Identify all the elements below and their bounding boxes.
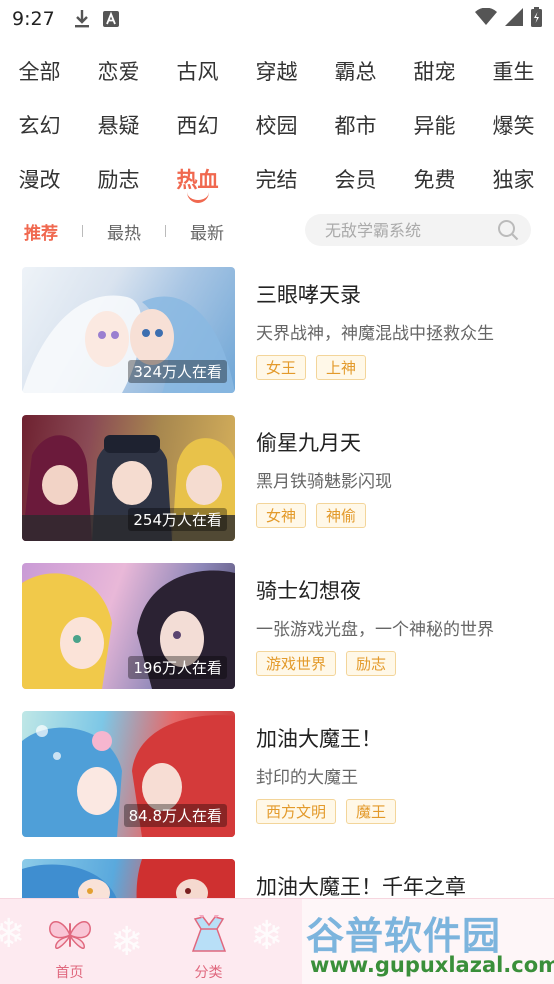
comic-cover[interactable]: 196万人在看 bbox=[22, 563, 235, 689]
dress-icon bbox=[185, 911, 233, 959]
comic-cover[interactable]: 84.8万人在看 bbox=[22, 711, 235, 837]
viewer-count: 254万人在看 bbox=[128, 508, 227, 531]
comic-description: 黑月铁骑魅影闪现 bbox=[256, 472, 392, 492]
status-bar: 9:27 bbox=[0, 0, 554, 38]
nav-home[interactable]: 首页 bbox=[0, 899, 139, 984]
comic-title[interactable]: 加油大魔王！千年之章 bbox=[256, 871, 466, 901]
comic-tags: 女王 上神 bbox=[256, 355, 367, 380]
category-romance[interactable]: 恋爱 bbox=[79, 56, 158, 86]
category-exclusive[interactable]: 独家 bbox=[474, 164, 553, 194]
category-completed[interactable]: 完结 bbox=[237, 164, 316, 194]
category-row: 玄幻 悬疑 西幻 校园 都市 异能 爆笑 bbox=[0, 98, 554, 152]
category-rebirth[interactable]: 重生 bbox=[474, 56, 553, 86]
category-row: 漫改 励志 热血 完结 会员 免费 独家 bbox=[0, 152, 554, 206]
watermark: 谷普软件园 www.gupuxlazal.com bbox=[302, 899, 554, 984]
bottom-nav: ❄ ❄ ❄ 首页 分类 谷普软件园 www.gupuxlazal.com bbox=[0, 898, 554, 984]
sort-tab-hottest[interactable]: 最热 bbox=[83, 219, 165, 244]
comic-tag[interactable]: 女王 bbox=[256, 355, 307, 380]
comic-list: 324万人在看 三眼哮天录 天界战神，神魔混战中拯救众生 女王 上神 254万人… bbox=[0, 264, 554, 984]
viewer-count: 196万人在看 bbox=[128, 656, 227, 679]
viewer-count: 324万人在看 bbox=[128, 360, 227, 383]
comic-tag[interactable]: 魔王 bbox=[346, 799, 397, 824]
search-input[interactable] bbox=[325, 220, 485, 240]
butterfly-icon bbox=[46, 915, 94, 959]
category-inspirational[interactable]: 励志 bbox=[79, 164, 158, 194]
sort-tab-recommended[interactable]: 推荐 bbox=[0, 219, 82, 244]
battery-icon bbox=[531, 7, 542, 31]
category-ceo[interactable]: 霸总 bbox=[316, 56, 395, 86]
search-box[interactable] bbox=[305, 214, 531, 246]
comic-description: 封印的大魔王 bbox=[256, 768, 358, 788]
category-ancient[interactable]: 古风 bbox=[158, 56, 237, 86]
category-comedy[interactable]: 爆笑 bbox=[474, 110, 553, 140]
download-icon bbox=[73, 9, 91, 29]
comic-tags: 游戏世界 励志 bbox=[256, 651, 397, 676]
category-action[interactable]: 热血 bbox=[158, 164, 237, 203]
comic-tags: 西方文明 魔王 bbox=[256, 799, 397, 824]
viewer-count: 84.8万人在看 bbox=[123, 804, 227, 827]
comic-description: 一张游戏光盘，一个神秘的世界 bbox=[256, 620, 494, 640]
watermark-text: 谷普软件园 bbox=[306, 914, 502, 958]
comic-tags: 女神 神偷 bbox=[256, 503, 367, 528]
category-western-fantasy[interactable]: 西幻 bbox=[158, 110, 237, 140]
category-fantasy[interactable]: 玄幻 bbox=[0, 110, 79, 140]
nav-category-label: 分类 bbox=[194, 965, 223, 981]
sort-tab-newest[interactable]: 最新 bbox=[166, 219, 248, 244]
nav-home-label: 首页 bbox=[55, 965, 84, 981]
list-item[interactable]: 324万人在看 三眼哮天录 天界战神，神魔混战中拯救众生 女王 上神 bbox=[0, 264, 554, 412]
category-superpower[interactable]: 异能 bbox=[395, 110, 474, 140]
category-sweet[interactable]: 甜宠 bbox=[395, 56, 474, 86]
category-adaptation[interactable]: 漫改 bbox=[0, 164, 79, 194]
comic-tag[interactable]: 神偷 bbox=[316, 503, 367, 528]
comic-cover[interactable]: 254万人在看 bbox=[22, 415, 235, 541]
status-time: 9:27 bbox=[12, 8, 55, 30]
category-row: 全部 恋爱 古风 穿越 霸总 甜宠 重生 bbox=[0, 44, 554, 98]
wifi-icon bbox=[475, 7, 497, 30]
category-urban[interactable]: 都市 bbox=[316, 110, 395, 140]
comic-cover[interactable]: 324万人在看 bbox=[22, 267, 235, 393]
list-item[interactable]: 84.8万人在看 加油大魔王！ 封印的大魔王 西方文明 魔王 bbox=[0, 708, 554, 856]
comic-tag[interactable]: 游戏世界 bbox=[256, 651, 337, 676]
status-right bbox=[475, 7, 542, 31]
comic-tag[interactable]: 西方文明 bbox=[256, 799, 337, 824]
category-campus[interactable]: 校园 bbox=[237, 110, 316, 140]
comic-description: 天界战神，神魔混战中拯救众生 bbox=[256, 324, 494, 344]
list-item[interactable]: 196万人在看 骑士幻想夜 一张游戏光盘，一个神秘的世界 游戏世界 励志 bbox=[0, 560, 554, 708]
comic-title[interactable]: 加油大魔王！ bbox=[256, 723, 382, 753]
app-notification-icon bbox=[102, 11, 119, 27]
watermark-url: www.gupuxlazal.com bbox=[310, 953, 554, 977]
comic-tag[interactable]: 励志 bbox=[346, 651, 397, 676]
category-time-travel[interactable]: 穿越 bbox=[237, 56, 316, 86]
category-grid: 全部 恋爱 古风 穿越 霸总 甜宠 重生 玄幻 悬疑 西幻 校园 都市 异能 爆… bbox=[0, 44, 554, 206]
nav-category[interactable]: 分类 bbox=[139, 899, 278, 984]
list-item[interactable]: 254万人在看 偷星九月天 黑月铁骑魅影闪现 女神 神偷 bbox=[0, 412, 554, 560]
category-vip[interactable]: 会员 bbox=[316, 164, 395, 194]
comic-title[interactable]: 三眼哮天录 bbox=[256, 279, 361, 309]
search-icon[interactable] bbox=[497, 219, 519, 245]
comic-tag[interactable]: 女神 bbox=[256, 503, 307, 528]
category-all[interactable]: 全部 bbox=[0, 56, 79, 86]
comic-tag[interactable]: 上神 bbox=[316, 355, 367, 380]
category-free[interactable]: 免费 bbox=[395, 164, 474, 194]
filter-bar: 推荐 最热 最新 bbox=[0, 212, 554, 250]
comic-title[interactable]: 偷星九月天 bbox=[256, 427, 361, 457]
signal-icon bbox=[505, 8, 523, 30]
comic-title[interactable]: 骑士幻想夜 bbox=[256, 575, 361, 605]
category-mystery[interactable]: 悬疑 bbox=[79, 110, 158, 140]
